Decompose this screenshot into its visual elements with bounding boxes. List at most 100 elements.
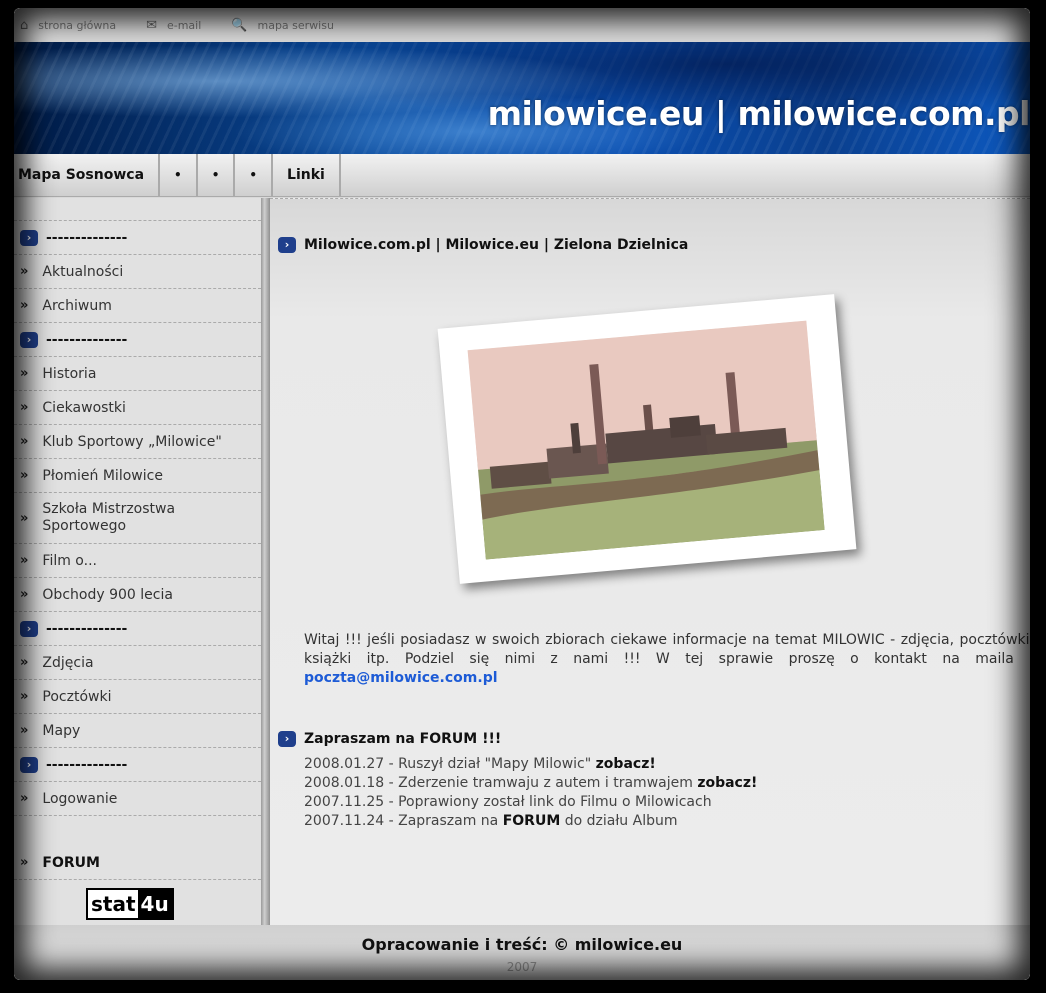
news-link[interactable]: FORUM [503, 813, 561, 829]
factory-photo [467, 320, 825, 560]
bullet-arrow-icon: › [20, 756, 38, 773]
bullet-arrow-icon: › [278, 237, 296, 253]
sidebar-item-label: -------------- [46, 756, 128, 773]
email-link[interactable]: poczta@milowice.com.pl [304, 670, 498, 686]
sidebar-item[interactable]: » Archiwum [14, 289, 261, 323]
sidebar-item-forum[interactable]: » FORUM [14, 846, 261, 880]
sidebar-item-label: Klub Sportowy „Milowice" [42, 433, 222, 450]
sidebar-item[interactable]: » Aktualności [14, 255, 261, 289]
postcard-image [437, 294, 857, 584]
sidebar-item[interactable]: » Historia [14, 357, 261, 391]
sidebar-item[interactable]: » Szkoła Mistrzostwa Sportowego [14, 493, 261, 544]
news-item: 2007.11.25 - Poprawiony został link do F… [304, 793, 757, 812]
sidebar-item-label: Obchody 900 lecia [42, 586, 173, 603]
topnav-label: mapa serwisu [257, 18, 334, 32]
news-text: 2008.01.27 - Ruszył dział "Mapy Milowic" [304, 756, 596, 772]
news-list: 2008.01.27 - Ruszył dział "Mapy Milowic"… [304, 755, 757, 831]
sidebar-item-label: Płomień Milowice [42, 467, 163, 484]
home-icon: ⌂ [20, 17, 29, 33]
news-link[interactable]: zobacz! [697, 775, 757, 791]
double-arrow-icon: » [20, 723, 29, 738]
double-arrow-icon: » [20, 366, 29, 381]
sidebar-item-label: FORUM [42, 854, 100, 871]
top-nav: ⌂ strona główna ✉ e-mail 🔍 mapa serwisu [14, 8, 1030, 42]
news-item: 2007.11.24 - Zapraszam na FORUM do dział… [304, 812, 757, 831]
double-arrow-icon: » [20, 553, 29, 568]
news-item: 2008.01.18 - Zderzenie tramwaju z autem … [304, 774, 757, 793]
main-menu: Mapa Sosnowca • • • Linki [14, 154, 1030, 197]
double-arrow-icon: » [20, 689, 29, 704]
page-frame: ⌂ strona główna ✉ e-mail 🔍 mapa serwisu milow… [14, 8, 1030, 980]
double-arrow-icon: » [20, 264, 29, 279]
intro-paragraph: Witaj !!! jeśli posiadasz w swoich zbior… [304, 632, 1030, 686]
forum-heading: Zapraszam na FORUM !!! [304, 731, 502, 747]
sidebar-section-header: › -------------- [14, 323, 261, 357]
news-text: 2008.01.18 - Zderzenie tramwaju z autem … [304, 775, 698, 791]
bullet-arrow-icon: › [20, 229, 38, 246]
sidebar-item-label: Szkoła Mistrzostwa Sportowego [42, 501, 176, 534]
news-text: 2007.11.24 - Zapraszam na [304, 813, 503, 829]
sidebar-item-label: Zdjęcia [42, 654, 94, 671]
sidebar-item[interactable]: » Logowanie [14, 782, 261, 816]
header-banner: milowice.eu | milowice.com.pl [14, 42, 1030, 154]
menu-item-dot[interactable]: • [235, 154, 274, 196]
stat4u-logo[interactable]: stat 4u [86, 888, 174, 920]
sidebar-divider [14, 198, 261, 221]
menu-item-dot[interactable]: • [160, 154, 198, 196]
sidebar-item[interactable]: » Płomień Milowice [14, 459, 261, 493]
menu-item[interactable]: Linki [273, 154, 341, 196]
bullet-arrow-icon: › [20, 331, 38, 348]
sidebar-item[interactable]: » Mapy [14, 714, 261, 748]
column-divider [261, 198, 270, 925]
sidebar-item-label: Aktualności [42, 263, 124, 280]
sidebar-item[interactable]: » Film o... [14, 544, 261, 578]
section-heading: › Milowice.com.pl | Milowice.eu | Zielon… [278, 237, 688, 253]
news-text: 2007.11.25 - Poprawiony został link do F… [304, 794, 712, 810]
news-item: 2008.01.27 - Ruszył dział "Mapy Milowic"… [304, 755, 757, 774]
sidebar-item-label: -------------- [46, 229, 128, 246]
topnav-link[interactable]: 🔍 mapa serwisu [231, 18, 334, 33]
double-arrow-icon: » [20, 400, 29, 415]
sidebar-item-label: Mapy [42, 722, 81, 739]
footer: Opracowanie i treść: © milowice.eu 2007 [14, 925, 1030, 980]
topnav-label: strona główna [38, 18, 117, 32]
menu-item[interactable]: Mapa Sosnowca [14, 154, 161, 196]
topnav-label: e-mail [166, 18, 202, 32]
bullet-arrow-icon: › [278, 731, 296, 747]
sidebar-item-label: Archiwum [42, 297, 112, 314]
double-arrow-icon: » [20, 510, 29, 526]
news-link[interactable]: zobacz! [596, 756, 656, 772]
sidebar-item-label: -------------- [46, 620, 128, 637]
footer-year: 2007 [506, 960, 538, 974]
main-content: › Milowice.com.pl | Milowice.eu | Zielon… [270, 198, 1030, 925]
search-icon: 🔍 [231, 17, 248, 33]
sidebar-item[interactable]: » Klub Sportowy „Milowice" [14, 425, 261, 459]
news-text-after: do działu Album [560, 813, 678, 829]
double-arrow-icon: » [20, 434, 29, 449]
sidebar-item-label: Film o... [42, 552, 97, 569]
topnav-link[interactable]: ✉ e-mail [146, 18, 201, 33]
page-title: Milowice.com.pl | Milowice.eu | Zielona … [304, 237, 689, 253]
sidebar-item[interactable]: » Zdjęcia [14, 646, 261, 680]
sidebar-section-header: › -------------- [14, 221, 261, 255]
sidebar-item[interactable]: » Obchody 900 lecia [14, 578, 261, 612]
menu-item-dot[interactable]: • [198, 154, 236, 196]
sidebar: › --------------» Aktualności» Archiwum › ---… [14, 198, 261, 925]
sidebar-item-label: -------------- [46, 331, 128, 348]
sidebar-item-label: Pocztówki [42, 688, 112, 705]
sidebar-section-header: › -------------- [14, 612, 261, 646]
double-arrow-icon: » [20, 791, 29, 806]
sidebar-item[interactable]: » Pocztówki [14, 680, 261, 714]
footer-text: Opracowanie i treść: © milowice.eu [361, 935, 683, 954]
forum-section-heading: › Zapraszam na FORUM !!! [278, 731, 501, 747]
sidebar-item-label: Logowanie [42, 790, 118, 807]
sidebar-item-label: Ciekawostki [42, 399, 126, 416]
double-arrow-icon: » [20, 298, 29, 313]
topnav-link[interactable]: ⌂ strona główna [20, 18, 116, 33]
factory-illustration [467, 320, 825, 560]
sidebar-item[interactable]: » Ciekawostki [14, 391, 261, 425]
mail-icon: ✉ [146, 17, 157, 33]
bullet-arrow-icon: › [20, 620, 38, 637]
double-arrow-icon: » [20, 587, 29, 602]
double-arrow-icon: » [20, 855, 29, 870]
